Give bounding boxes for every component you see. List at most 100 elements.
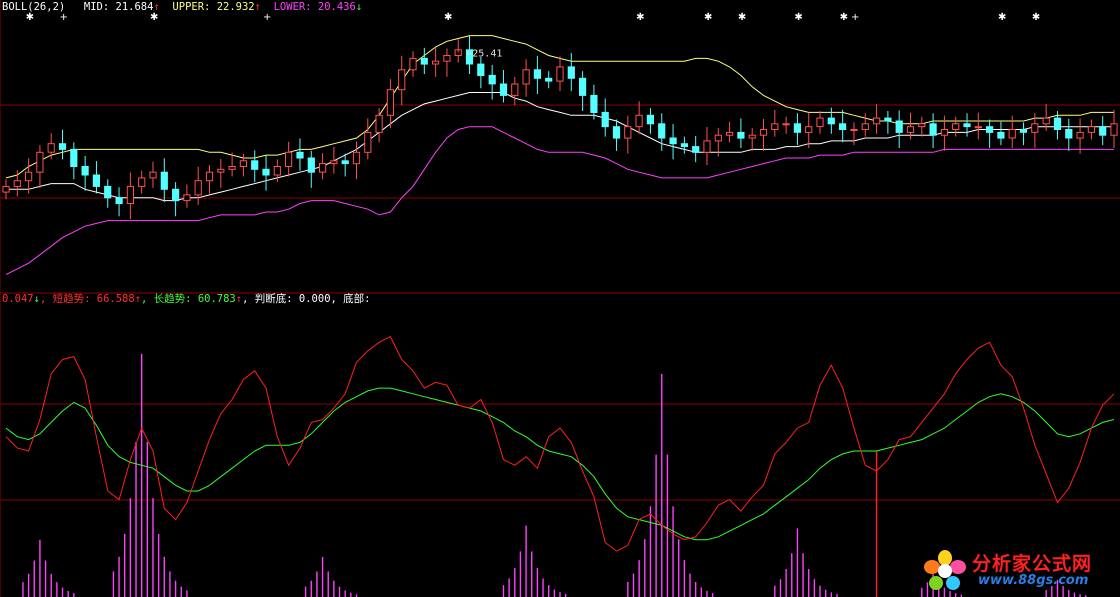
fall-candle [420,57,428,65]
fall-candle [669,137,677,145]
rise-candle [239,160,248,168]
flower-logo-icon [924,550,966,590]
rise-candle [511,83,519,96]
long-trend-value: 60.783 [197,293,236,305]
signal-marker: ✱ [1032,12,1040,23]
boll-mid-path [6,92,1114,202]
fall-candle [1053,117,1062,130]
fall-candle [963,123,971,128]
rise-candle [375,114,383,133]
judge-bottom-label: 判断底: [254,293,293,305]
signal-marker: + [851,12,859,23]
rise-candle [861,123,869,131]
rise-candle [352,151,361,165]
rise-candle [782,123,790,126]
rise-candle [1110,123,1118,136]
rise-candle [47,143,55,153]
fall-candle [895,120,903,133]
rise-candle [635,114,643,128]
rise-candle [194,180,202,196]
signal-marker: ✱ [738,12,746,23]
fall-candle [590,94,598,114]
lead-value: 0.047 [2,293,34,305]
rise-candle [2,185,10,193]
rise-candle [940,129,948,136]
short-trend-path [5,335,1115,552]
fall-candle [1019,129,1028,133]
rise-candle [714,134,722,142]
short-trend-label: 短趋势: [52,293,91,305]
watermark-title: 分析家公式网 [972,553,1093,575]
candles [2,35,1118,220]
rise-candle [25,171,33,182]
rise-candle [1076,131,1084,139]
upper-value: 22.932 [216,1,255,13]
signal-marker: ✱ [794,12,802,23]
rise-candle [273,166,281,176]
long-trend-label: 长趋势: [153,293,192,305]
fall-candle [58,143,67,150]
fall-candle [737,131,745,139]
rise-candle [1087,126,1096,133]
rise-candle [771,123,779,131]
rise-candle [398,69,406,91]
signal-marker: ✱ [444,12,452,23]
rise-candle [409,57,417,71]
short-trend-value: 66.588 [96,293,135,305]
rise-candle [726,131,734,136]
lower-label: LOWER: [273,1,312,13]
rise-candle [906,126,915,133]
signal-marker: ✱ [998,12,1006,23]
fall-candle [1099,126,1107,136]
upper-label: UPPER: [172,1,211,13]
fall-candle [997,131,1005,139]
rise-candle [805,126,813,133]
fall-candle [827,117,835,125]
fall-candle [646,114,654,125]
signal-marker: ✱ [704,12,712,23]
watermark-url: www.88gs.com [978,573,1089,588]
mid-arrow: ↑ [153,1,160,13]
fall-candle [477,63,485,76]
rise-candle [1008,129,1016,139]
fall-candle [115,197,123,205]
rise-candle [330,160,338,165]
fall-candle [488,74,496,85]
rise-candle [1031,123,1039,133]
fall-candle [81,166,89,176]
fall-candle [104,185,112,199]
short-trend-line [5,335,1115,552]
rise-candle [432,60,440,65]
fall-candle [1065,129,1073,139]
upper-arrow: ↑ [254,1,261,13]
rise-candle [443,55,451,62]
rise-candle [703,140,711,153]
fall-candle [567,66,575,79]
watermark: 分析家公式网 www.88gs.com [922,547,1114,593]
fall-candle [296,151,304,159]
boll-header: BOLL(26,2) MID: 21.684↑, UPPER: 22.932↑,… [2,1,363,13]
rise-candle [319,163,327,173]
rise-candle [126,185,135,204]
rise-candle [386,89,394,116]
fall-candle [499,83,508,96]
boll-indicator-name: BOLL(26,2) [2,1,66,13]
trend-header: 0.047↓, 短趋势: 66.588↑, 长趋势: 60.783↑, 判断底:… [2,293,371,305]
fall-candle [533,69,541,79]
fall-candle [70,148,78,167]
fall-candle [884,117,892,122]
fall-candle [545,77,553,82]
signal-marker: ✱ [636,12,644,23]
rise-candle [205,171,214,182]
rise-candle [138,177,146,187]
mid-label: MID: [83,1,110,13]
fall-candle [692,146,700,153]
fall-candle [251,160,259,170]
fall-candle [341,160,349,165]
fall-candle [680,143,688,147]
fall-candle [658,123,666,139]
rise-candle [183,194,191,202]
mid-value: 21.684 [115,1,154,13]
rise-candle [952,123,960,131]
boll-mid-line [6,92,1114,202]
